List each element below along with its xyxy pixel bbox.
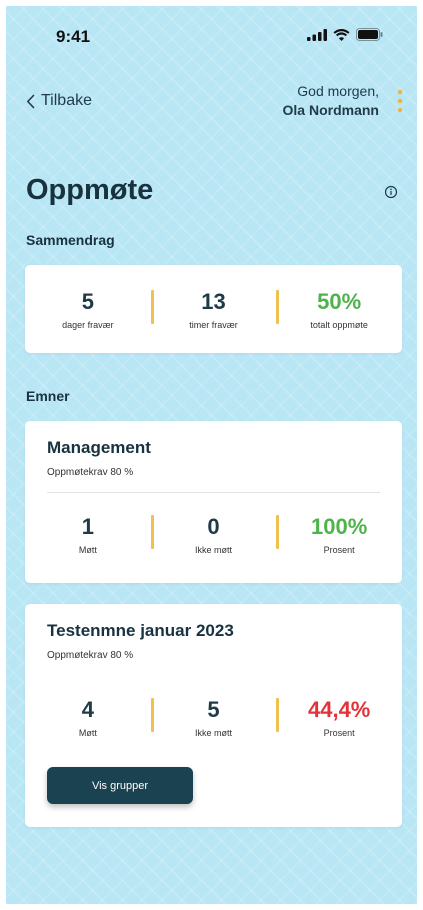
courses-section-label: Emner: [26, 388, 70, 404]
stat-label: Møtt: [78, 728, 97, 738]
summary-section-label: Sammendrag: [26, 232, 115, 248]
stat-value: 5: [81, 289, 94, 314]
user-name: Ola Nordmann: [282, 102, 379, 118]
back-button[interactable]: Tilbake: [26, 92, 92, 110]
stat-value: 4: [81, 697, 94, 722]
course-card-testemne[interactable]: Testenmne januar 2023 Oppmøtekrav 80 % 4…: [25, 604, 402, 827]
stat-absent-hours: 13 timer fravær: [150, 288, 277, 330]
stat-percent: 44,4% Prosent: [276, 696, 402, 738]
greeting-text: God morgen,: [297, 83, 379, 99]
stat-value: 0: [207, 514, 220, 539]
stat-label: Møtt: [78, 545, 97, 555]
stat-attended: 1 Møtt: [25, 513, 151, 555]
course-card-management[interactable]: Management Oppmøtekrav 80 % 1 Møtt 0 Ikk…: [25, 421, 402, 583]
wifi-icon: [333, 28, 350, 41]
course-stats: 1 Møtt 0 Ikke møtt 100% Prosent: [25, 513, 402, 555]
info-icon: [384, 185, 398, 199]
course-requirement: Oppmøtekrav 80 %: [47, 467, 134, 478]
course-title: Testenmne januar 2023: [47, 621, 234, 640]
stat-label: Ikke møtt: [195, 545, 233, 555]
page-title: Oppmøte: [26, 174, 154, 206]
stat-label: totalt oppmøte: [310, 320, 368, 330]
stat-label: Ikke møtt: [195, 728, 233, 738]
stat-value: 5: [207, 697, 220, 722]
vertical-dots-icon: [397, 89, 403, 113]
stat-attended: 4 Møtt: [25, 696, 151, 738]
course-stats: 4 Møtt 5 Ikke møtt 44,4% Prosent: [25, 696, 402, 738]
stat-percent: 100% Prosent: [276, 513, 402, 555]
summary-card: 5 dager fravær 13 timer fravær 50% total…: [25, 265, 402, 353]
stat-label: dager fravær: [62, 320, 114, 330]
status-icons: [307, 28, 383, 41]
course-title: Management: [47, 438, 151, 457]
stat-not-attended: 5 Ikke møtt: [150, 696, 277, 738]
stat-value: 50%: [317, 289, 362, 314]
cellular-signal-icon: [307, 28, 327, 41]
stat-not-attended: 0 Ikke møtt: [150, 513, 277, 555]
app-screen: 9:41 Tilbake God morgen, Ola Nordmann Op…: [6, 6, 417, 904]
stat-label: timer fravær: [189, 320, 238, 330]
more-menu-button[interactable]: [395, 88, 405, 116]
user-greeting: God morgen, Ola Nordmann: [283, 82, 379, 120]
status-time: 9:41: [56, 27, 91, 46]
stat-label: Prosent: [323, 545, 355, 555]
show-groups-button[interactable]: Vis grupper: [47, 767, 193, 804]
info-button[interactable]: [383, 184, 399, 200]
stat-value: 100%: [311, 514, 368, 539]
battery-icon: [356, 28, 383, 41]
stat-value: 44,4%: [307, 697, 371, 722]
stat-value: 13: [201, 289, 226, 314]
summary-stats: 5 dager fravær 13 timer fravær 50% total…: [25, 288, 402, 330]
course-requirement: Oppmøtekrav 80 %: [47, 650, 134, 661]
card-divider: [47, 492, 380, 493]
stat-value: 1: [81, 514, 94, 539]
back-label: Tilbake: [41, 92, 92, 109]
stat-absent-days: 5 dager fravær: [25, 288, 151, 330]
chevron-left-icon: [27, 94, 35, 108]
stat-total-attendance: 50% totalt oppmøte: [276, 288, 402, 330]
stat-label: Prosent: [323, 728, 355, 738]
